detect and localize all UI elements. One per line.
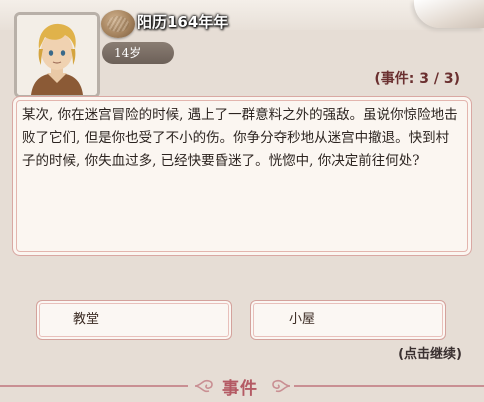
choice-button-cabin[interactable]: 小屋 (250, 300, 446, 340)
portrait-image (17, 15, 97, 95)
character-portrait (14, 12, 100, 98)
event-counter: (事件: 3 / 3) (374, 71, 460, 87)
flourish-left-icon (194, 379, 213, 393)
event-description: 某次, 你在迷宫冒险的时候, 遇上了一群意料之外的强敌。虽说你惊险地击败了它们,… (22, 107, 458, 169)
footer-divider-left (0, 385, 188, 387)
age-badge: 14岁 (102, 42, 174, 64)
footer-bar: 事件 (0, 368, 484, 402)
coin-icon (101, 10, 135, 38)
footer-title: 事件 (222, 379, 258, 399)
continue-hint[interactable]: (点击继续) (398, 343, 462, 362)
flourish-right-icon (272, 379, 291, 393)
calendar-date: 阳历164年年 (137, 13, 229, 31)
footer-divider-right (294, 385, 484, 387)
choice-button-church[interactable]: 教堂 (36, 300, 232, 340)
